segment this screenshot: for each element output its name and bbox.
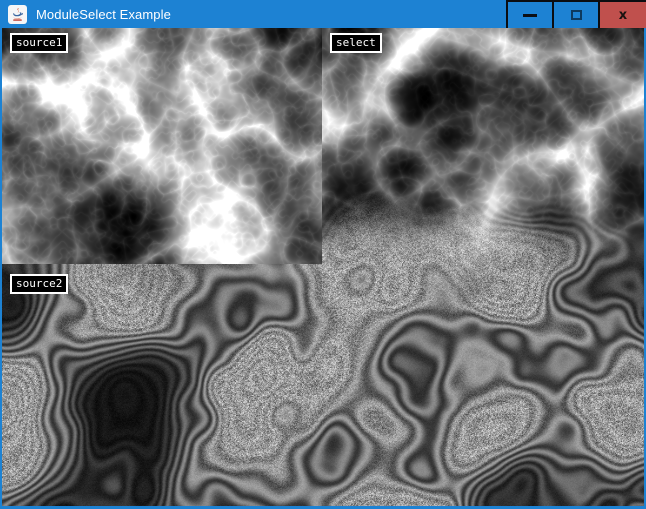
- noise-render-area: source1 select source2: [2, 28, 644, 506]
- maximize-icon: [571, 10, 582, 20]
- window-title: ModuleSelect Example: [36, 7, 171, 22]
- maximize-button[interactable]: [554, 0, 598, 28]
- source1-inset-canvas: [2, 28, 322, 264]
- titlebar[interactable]: ModuleSelect Example x: [0, 0, 646, 28]
- minimize-icon: [523, 14, 537, 17]
- java-coffee-cup-icon: [8, 5, 27, 24]
- window-controls: x: [506, 0, 646, 28]
- source1-label: source1: [10, 33, 68, 53]
- minimize-button[interactable]: [508, 0, 552, 28]
- app-window: ModuleSelect Example x source1 select so…: [0, 0, 646, 509]
- source2-label: source2: [10, 274, 68, 294]
- close-icon: x: [619, 9, 627, 22]
- close-button[interactable]: x: [600, 0, 646, 28]
- select-label: select: [330, 33, 382, 53]
